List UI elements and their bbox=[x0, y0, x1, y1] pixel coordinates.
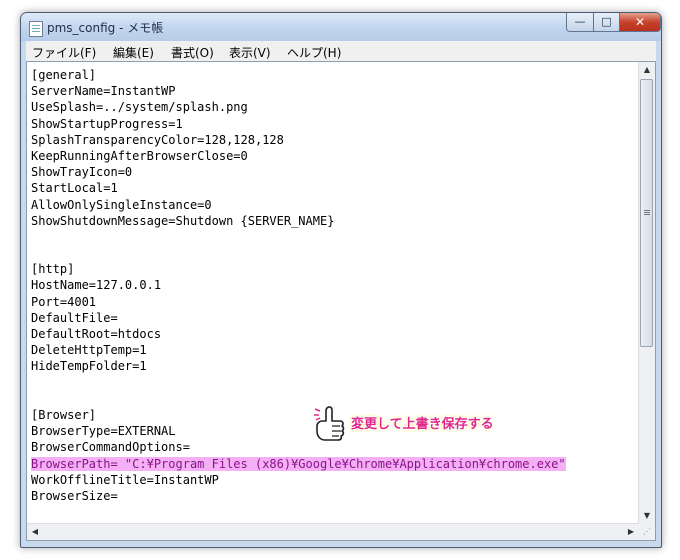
scroll-right-arrow[interactable]: ▶ bbox=[623, 524, 639, 540]
notepad-window: pms_config - メモ帳 — □ ✕ ファイル(F) 編集(E) 書式(… bbox=[20, 12, 662, 548]
annotation-text: 変更して上書き保存する bbox=[351, 417, 494, 432]
scroll-down-arrow[interactable]: ▼ bbox=[639, 508, 655, 524]
text-line bbox=[31, 229, 637, 245]
vertical-scroll-thumb[interactable] bbox=[640, 79, 653, 347]
vertical-scrollbar[interactable]: ▲ ▼ bbox=[638, 62, 655, 524]
text-line: ServerName=InstantWP bbox=[31, 84, 176, 99]
text-editor[interactable]: [general] ServerName=InstantWP UseSplash=.… bbox=[26, 61, 656, 541]
scroll-grip-icon bbox=[644, 210, 650, 211]
text-line: [general] bbox=[31, 68, 97, 82]
highlighted-text-line: BrowserPath= "C:¥Program Files (x86)¥Goo… bbox=[31, 456, 637, 472]
menu-file[interactable]: ファイル(F) bbox=[32, 44, 96, 61]
minimize-button[interactable]: — bbox=[566, 13, 594, 32]
text-line: AllowOnlySingleInstance=0 bbox=[31, 197, 212, 212]
scroll-left-arrow[interactable]: ◀ bbox=[27, 524, 43, 540]
text-line: DefaultRoot=htdocs bbox=[31, 327, 162, 341]
text-line: KeepRunningAfterBrowserClose=0 bbox=[31, 148, 248, 163]
text-line bbox=[31, 245, 637, 261]
notepad-icon bbox=[29, 21, 43, 37]
maximize-button[interactable]: □ bbox=[593, 13, 620, 32]
window-title: pms_config - メモ帳 bbox=[47, 21, 164, 35]
text-line: ShowShutdownMessage=Shutdown {SERVER_NAM… bbox=[31, 213, 335, 228]
menu-format[interactable]: 書式(O) bbox=[171, 44, 214, 61]
text-line: BrowserSize= bbox=[31, 488, 118, 503]
text-content[interactable]: [general] ServerName=InstantWP UseSplash=.… bbox=[31, 67, 637, 522]
menu-bar: ファイル(F) 編集(E) 書式(O) 表示(V) ヘルプ(H) bbox=[26, 41, 656, 62]
resize-grip[interactable]: ⋰ bbox=[639, 524, 655, 540]
text-line: WorkOfflineTitle=InstantWP bbox=[31, 472, 219, 487]
menu-help[interactable]: ヘルプ(H) bbox=[287, 44, 341, 61]
text-line: SplashTransparencyColor=128,128,128 bbox=[31, 132, 284, 147]
text-line: ShowStartupProgress=1 bbox=[31, 116, 183, 131]
menu-view[interactable]: 表示(V) bbox=[229, 44, 271, 61]
text-line: HostName=127.0.0.1 bbox=[31, 278, 162, 293]
close-button[interactable]: ✕ bbox=[619, 13, 661, 32]
text-line: DefaultFile= bbox=[31, 310, 118, 325]
text-line bbox=[31, 375, 637, 391]
title-bar[interactable]: pms_config - メモ帳 — □ ✕ bbox=[21, 13, 661, 41]
text-line: DeleteHttpTemp=1 bbox=[31, 343, 147, 358]
annotation-callout: 変更して上書き保存する bbox=[313, 405, 563, 445]
text-line: ShowTrayIcon=0 bbox=[31, 165, 133, 180]
browser-path-highlight: BrowserPath= "C:¥Program Files (x86)¥Goo… bbox=[31, 456, 566, 471]
scroll-up-arrow[interactable]: ▲ bbox=[639, 62, 655, 78]
menu-edit[interactable]: 編集(E) bbox=[113, 44, 154, 61]
text-line: [http] bbox=[31, 262, 75, 277]
text-line: HideTempFolder=1 bbox=[31, 359, 147, 374]
text-line: Port=4001 bbox=[31, 294, 97, 309]
text-line: StartLocal=1 bbox=[31, 181, 118, 196]
pointing-hand-icon bbox=[314, 406, 345, 441]
text-line: UseSplash=../system/splash.png bbox=[31, 100, 248, 115]
horizontal-scrollbar[interactable]: ◀ ▶ bbox=[27, 523, 639, 540]
